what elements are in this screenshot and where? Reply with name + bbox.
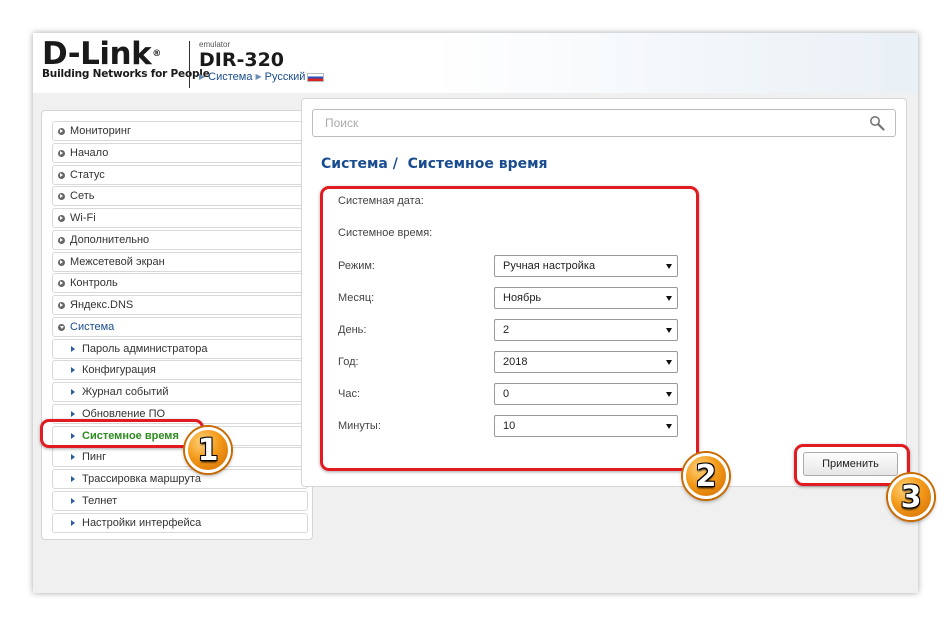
logo-registered-mark: ® [152,49,161,59]
russian-flag-icon[interactable] [307,72,325,82]
logo-text: D-Link [42,36,152,72]
emulator-label: emulator [199,40,231,49]
sidebar-item-label: Трассировка маршрута [82,473,201,485]
sidebar-item-label: Журнал событий [82,386,169,398]
header: D-Link® Building Networks for People emu… [33,33,918,93]
header-divider [189,41,190,88]
sidebar-item-label: Конфигурация [82,364,156,376]
sidebar-item-network[interactable]: Сеть [52,186,308,206]
sidebar-item-advanced[interactable]: Дополнительно [52,230,308,250]
chevron-right-icon [71,367,75,373]
search-input[interactable] [313,110,853,136]
breadcrumb-language[interactable]: Русский [265,71,306,83]
expand-bullet-icon [58,149,65,157]
highlight-time-form [320,186,699,471]
sidebar-item-wifi[interactable]: Wi-Fi [52,208,308,228]
breadcrumb: ▶ Система ▶ Русский [199,71,325,83]
expand-bullet-icon [58,127,65,135]
chevron-right-icon [71,389,75,395]
sidebar-item-label: Сеть [70,190,95,202]
sidebar-item-label: Система [70,321,115,333]
sidebar-item-label: Дополнительно [70,234,150,246]
sidebar-item-label: Wi-Fi [70,212,96,224]
page-title: Система / Системное время [321,156,548,172]
sidebar-subitem-interface-settings[interactable]: Настройки интерфейса [52,513,308,533]
sidebar-item-label: Настройки интерфейса [82,517,202,529]
page-title-text: Системное время [407,156,548,172]
chevron-right-icon [71,520,75,526]
step-badge-1: 1 [185,427,231,473]
sidebar-item-control[interactable]: Контроль [52,273,308,293]
sidebar-subitem-event-log[interactable]: Журнал событий [52,382,308,402]
model-name: DIR-320 [199,49,285,71]
breadcrumb-system[interactable]: Система [208,71,252,83]
sidebar-item-label: Пароль администратора [82,343,208,355]
expand-bullet-icon [58,214,65,222]
expand-bullet-icon [58,279,65,287]
highlight-system-time-item [40,419,204,448]
chevron-right-icon [71,454,75,460]
step-badge-2: 2 [683,453,729,499]
expand-bullet-icon [58,171,65,179]
sidebar-item-label: Телнет [82,495,118,507]
sidebar-item-label: Мониторинг [70,125,132,137]
sidebar-menu: Мониторинг Начало Статус Сеть Wi-Fi Допо… [41,110,313,540]
sidebar-subitem-telnet[interactable]: Телнет [52,491,308,511]
logo-tagline: Building Networks for People [42,68,210,80]
sidebar-subitem-configuration[interactable]: Конфигурация [52,360,308,380]
sidebar-item-label: Статус [70,169,105,181]
sidebar-item-label: Пинг [82,451,107,463]
chevron-right-icon [71,476,75,482]
breadcrumb-arrow-icon: ▶ [255,72,262,81]
sidebar-item-monitoring[interactable]: Мониторинг [52,121,308,141]
expand-bullet-icon [58,236,65,244]
sidebar-item-system[interactable]: Система [52,317,308,337]
sidebar-item-status[interactable]: Статус [52,165,308,185]
sidebar-item-yandex-dns[interactable]: Яндекс.DNS [52,295,308,315]
sidebar-item-label: Начало [70,147,109,159]
sidebar-subitem-ping[interactable]: Пинг [52,447,308,467]
chevron-right-icon [71,411,75,417]
collapse-bullet-icon [58,323,65,331]
sidebar-subitem-traceroute[interactable]: Трассировка маршрута [52,469,308,489]
sidebar-subitem-admin-password[interactable]: Пароль администратора [52,339,308,359]
expand-bullet-icon [58,301,65,309]
sidebar-item-firewall[interactable]: Межсетевой экран [52,252,308,272]
sidebar-item-start[interactable]: Начало [52,143,308,163]
sidebar-item-label: Контроль [70,277,118,289]
expand-bullet-icon [58,258,65,266]
step-badge-3: 3 [888,474,934,520]
page-section: Система / [321,156,398,172]
highlight-apply-button [794,444,910,486]
sidebar-item-label: Межсетевой экран [70,256,165,268]
model-block: emulator DIR-320 ▶ Система ▶ Русский [199,40,325,83]
chevron-right-icon [71,498,75,504]
chevron-right-icon [71,346,75,352]
breadcrumb-arrow-icon: ▶ [199,72,206,81]
sidebar-item-label: Яндекс.DNS [70,299,134,311]
expand-bullet-icon [58,192,65,200]
search-box [312,109,896,137]
search-icon[interactable] [869,115,885,131]
dlink-logo[interactable]: D-Link® Building Networks for People [42,38,210,80]
